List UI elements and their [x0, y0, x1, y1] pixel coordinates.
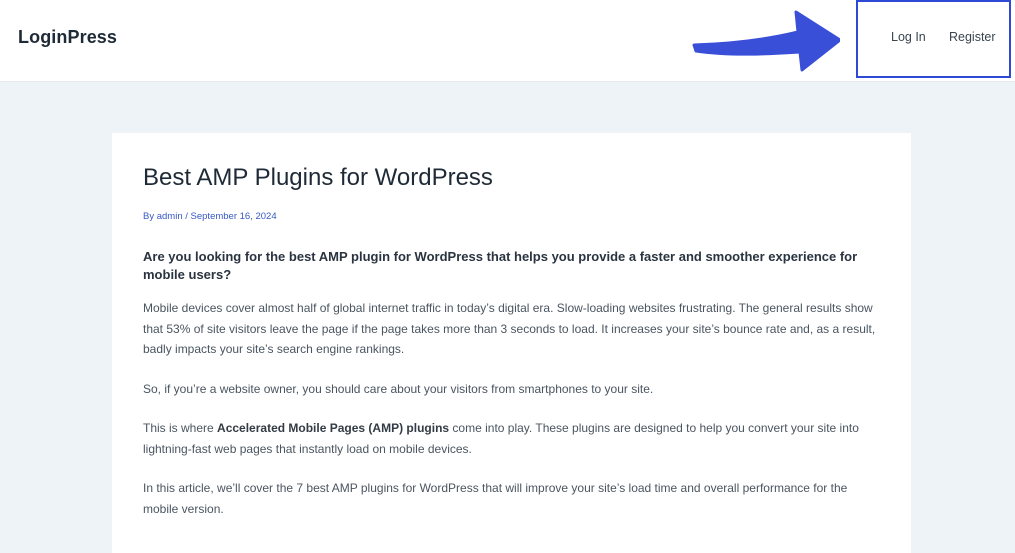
- paragraph-traffic: Mobile devices cover almost half of glob…: [143, 301, 876, 356]
- login-link[interactable]: Log In: [891, 30, 926, 44]
- paragraph-owner: So, if you’re a website owner, you shoul…: [143, 381, 654, 396]
- paragraph-amp-before: This is where: [143, 421, 218, 435]
- paragraph-article-scope: In this article, we’ll cover the 7 best …: [143, 481, 848, 516]
- article-content: Are you looking for the best AMP plugin …: [143, 248, 883, 538]
- article-card: Best AMP Plugins for WordPress By admin …: [112, 133, 911, 553]
- article-title: Best AMP Plugins for WordPress: [143, 164, 493, 191]
- meta-separator: /: [182, 211, 191, 222]
- site-title-link[interactable]: LoginPress: [18, 27, 117, 48]
- pointer-arrow-icon: [692, 10, 840, 72]
- paragraph-amp-bold: Accelerated Mobile Pages (AMP) plugins: [217, 421, 450, 435]
- lead-paragraph: Are you looking for the best AMP plugin …: [143, 249, 858, 282]
- date-link[interactable]: September 16, 2024: [191, 211, 277, 222]
- meta-by-prefix: By: [143, 211, 157, 222]
- register-link[interactable]: Register: [949, 30, 996, 44]
- paragraph-amp: This is where Accelerated Mobile Pages (…: [143, 418, 883, 459]
- author-link[interactable]: admin: [157, 211, 183, 222]
- entry-meta: By admin / September 16, 2024: [143, 211, 277, 222]
